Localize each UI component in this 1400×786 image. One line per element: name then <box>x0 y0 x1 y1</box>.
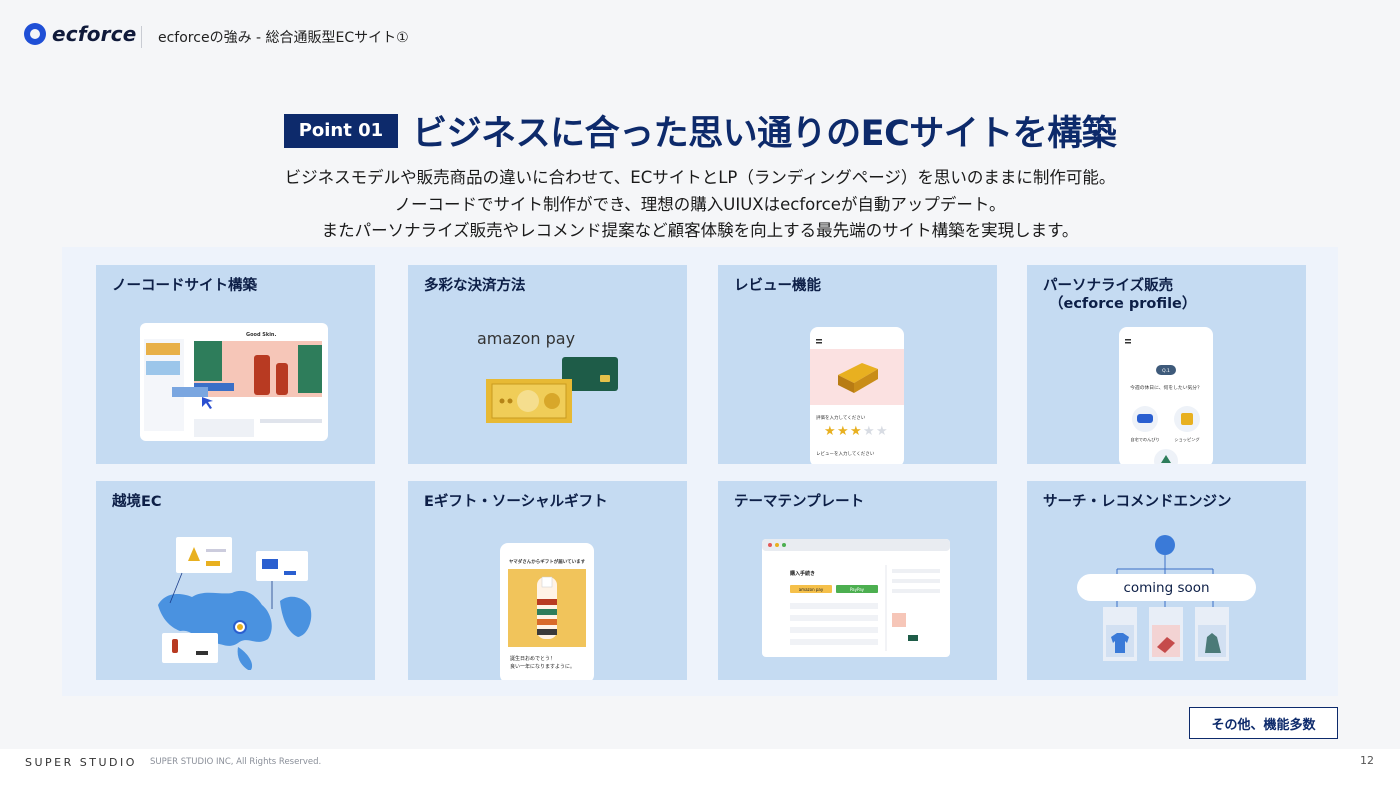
slide-section-title: ecforceの強み - 総合通販型ECサイト① <box>158 30 409 46</box>
star-icon: ★ <box>863 424 875 439</box>
card-title: ノーコードサイト構築 <box>112 278 257 294</box>
footer-copyright: SUPER STUDIO INC, All Rights Reserved. <box>150 757 322 767</box>
star-icon: ★ <box>824 424 836 439</box>
more-features-button[interactable]: その他、機能多数 <box>1189 707 1338 739</box>
pay-option-2: PayPay <box>850 587 865 592</box>
lead-line: ビジネスモデルや販売商品の違いに合わせて、ECサイトとLP（ランディングページ）… <box>284 168 1116 187</box>
lead-paragraph: ビジネスモデルや販売商品の違いに合わせて、ECサイトとLP（ランディングページ）… <box>0 165 1400 245</box>
feature-card-theme-template: テーマテンプレート 購入手続き amazon pay PayPay <box>718 481 997 680</box>
card-title: Eギフト・ソーシャルギフト <box>424 494 608 510</box>
page-number: 12 <box>1360 754 1374 767</box>
logo-ring-icon <box>24 23 46 45</box>
personalize-phone-illustration: Q.1 今週の休日に、何をしたい気分？ 自宅でのんびり ショッピング <box>1119 327 1213 464</box>
feature-card-payment: 多彩な決済方法 amazon pay <box>408 265 687 464</box>
review-phone-illustration: 評価を入力してください ★ ★ ★ ★ ★ レビューを入力してください <box>810 327 904 464</box>
star-icon: ★ <box>837 424 849 439</box>
card-title: サーチ・レコメンドエンジン <box>1043 494 1232 510</box>
lead-line: またパーソナライズ販売やレコメンド提案など顧客体験を向上する最先端のサイト構築を… <box>321 221 1079 240</box>
header: ecforce ecforceの強み - 総合通販型ECサイト① <box>0 0 1400 74</box>
review-prompt: 評価を入力してください <box>816 414 866 421</box>
star-rating: ★ ★ ★ ★ ★ <box>824 424 888 439</box>
payment-illustration <box>486 357 618 423</box>
feature-card-crossborder: 越境EC <box>96 481 375 680</box>
form-title: 購入手続き <box>789 570 815 577</box>
gift-header: ヤマダさんからギフトが届いています <box>509 558 586 565</box>
review-prompt-2: レビューを入力してください <box>816 450 875 457</box>
footer: SUPER STUDIO SUPER STUDIO INC, All Right… <box>0 749 1400 786</box>
card-title: レビュー機能 <box>734 278 821 294</box>
card-title: 多彩な決済方法 <box>424 278 526 294</box>
shop-name-label: Good Skin. <box>246 332 276 338</box>
world-map-illustration <box>158 537 312 670</box>
question-badge: Q.1 <box>1162 368 1170 374</box>
card-title: パーソナライズ販売 （ecforce profile） <box>1043 277 1196 313</box>
card-title: 越境EC <box>112 494 162 510</box>
headline: Point 01 ビジネスに合った思い通りのECサイトを構築 <box>0 105 1400 156</box>
lead-line: ノーコードでサイト制作ができ、理想の購入UIUXはecforceが自動アップデー… <box>394 194 1006 214</box>
header-divider <box>141 26 142 48</box>
ecforce-logo[interactable]: ecforce <box>24 22 137 46</box>
checkout-template-illustration: 購入手続き amazon pay PayPay <box>762 539 950 657</box>
option-1-label: 自宅でのんびり <box>1130 436 1159 443</box>
star-icon: ★ <box>850 424 862 439</box>
option-2-label: ショッピング <box>1174 436 1199 443</box>
pay-option-1: amazon pay <box>799 587 824 592</box>
feature-card-search-recommend: サーチ・レコメンドエンジン coming soon <box>1027 481 1306 680</box>
feature-card-egift: Eギフト・ソーシャルギフト ヤマダさんからギフトが届いています 誕生日おめでとう… <box>408 481 687 680</box>
amazon-pay-logo: amazon pay <box>477 329 576 348</box>
gift-message-line-1: 誕生日おめでとう！ <box>510 655 555 662</box>
gift-message-line-2: 良い一年になりますように。 <box>510 663 575 670</box>
card-subtitle: （ecforce profile） <box>1049 296 1197 312</box>
card-title-main: パーソナライズ販売 <box>1043 278 1174 294</box>
question-text: 今週の休日に、何をしたい気分？ <box>1130 384 1202 391</box>
feature-card-review: レビュー機能 評価を入力してください ★ ★ ★ ★ ★ レビューを入力してくだ… <box>718 265 997 464</box>
feature-card-nocode: ノーコードサイト構築 Good Skin. <box>96 265 375 464</box>
headline-text: ビジネスに合った思い通りのECサイトを構築 <box>412 114 1117 154</box>
card-title: テーマテンプレート <box>734 494 865 510</box>
star-icon: ★ <box>876 424 888 439</box>
egift-phone-illustration: ヤマダさんからギフトが届いています 誕生日おめでとう！ 良い一年になりますように… <box>500 543 594 680</box>
logo-text: ecforce <box>52 22 137 46</box>
footer-brand: SUPER STUDIO <box>25 756 137 769</box>
nocode-editor-illustration: Good Skin. <box>140 323 328 441</box>
feature-card-personalize: パーソナライズ販売 （ecforce profile） Q.1 今週の休日に、何… <box>1027 265 1306 464</box>
feature-grid: ノーコードサイト構築 Good Skin. 多彩な決済方法 amazon pay <box>62 247 1338 696</box>
coming-soon-badge: coming soon <box>1077 574 1256 601</box>
point-badge: Point 01 <box>283 113 399 148</box>
